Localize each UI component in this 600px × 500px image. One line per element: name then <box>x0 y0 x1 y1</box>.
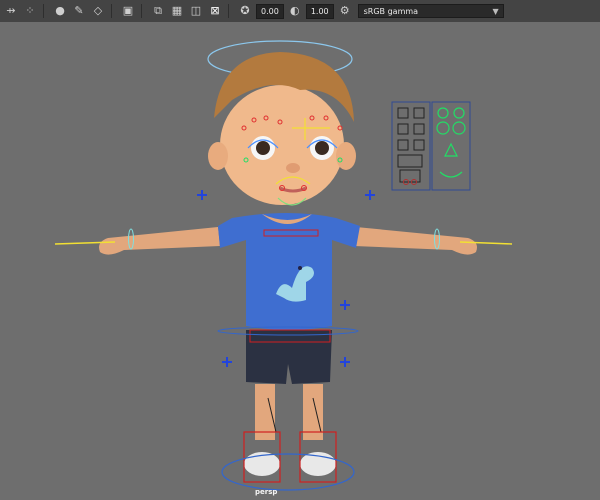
root-control[interactable] <box>221 453 355 491</box>
color-space-value: sRGB gamma <box>363 7 419 16</box>
shirt <box>218 213 360 330</box>
left-pupil <box>256 141 270 155</box>
shorts <box>246 330 332 384</box>
right-ear <box>336 142 356 170</box>
dino-eye <box>298 266 302 270</box>
left-arm <box>99 227 220 255</box>
toolbar-separator <box>43 4 44 18</box>
gamma-icon[interactable]: ◐ <box>287 3 303 19</box>
grid-icon[interactable]: ▦ <box>169 3 185 19</box>
paint-icon[interactable]: ✎ <box>71 3 87 19</box>
viewport-toolbar: ⇸ ⁘ ● ✎ ◇ ▣ ⧉ ▦ ◫ ⊠ ✪ 0.00 ◐ 1.00 ⚙ sRGB… <box>0 0 600 23</box>
move-icon[interactable]: ⇸ <box>3 3 19 19</box>
diamond-icon[interactable]: ◇ <box>90 3 106 19</box>
maya-viewport-window: ⇸ ⁘ ● ✎ ◇ ▣ ⧉ ▦ ◫ ⊠ ✪ 0.00 ◐ 1.00 ⚙ sRGB… <box>0 0 600 500</box>
face-control-panel[interactable] <box>391 101 471 191</box>
scene-svg <box>54 40 513 491</box>
chevron-down-icon: ▼ <box>492 7 499 16</box>
toolbar-separator <box>111 4 112 18</box>
color-space-dropdown[interactable]: sRGB gamma ▼ <box>357 4 504 18</box>
right-arm <box>354 227 477 255</box>
snapshot-icon[interactable]: ▣ <box>120 3 136 19</box>
toolbar-separator <box>228 4 229 18</box>
gamma-field[interactable]: 1.00 <box>305 3 334 19</box>
bulb-icon[interactable]: ● <box>52 3 68 19</box>
toolbar-separator <box>141 4 142 18</box>
3d-viewport[interactable] <box>0 22 600 500</box>
left-ear <box>208 142 228 170</box>
nose <box>286 163 300 173</box>
right-pupil <box>315 141 329 155</box>
dots-icon[interactable]: ⁘ <box>22 3 38 19</box>
color-management-icon[interactable]: ⚙ <box>337 3 353 19</box>
exposure-field[interactable]: 0.00 <box>256 3 284 19</box>
overlay-icon[interactable]: ⧉ <box>150 3 166 19</box>
camera-label: persp <box>255 488 278 496</box>
frame-icon[interactable]: ⊠ <box>207 3 223 19</box>
render-icon[interactable]: ◫ <box>188 3 204 19</box>
exposure-icon[interactable]: ✪ <box>237 3 253 19</box>
